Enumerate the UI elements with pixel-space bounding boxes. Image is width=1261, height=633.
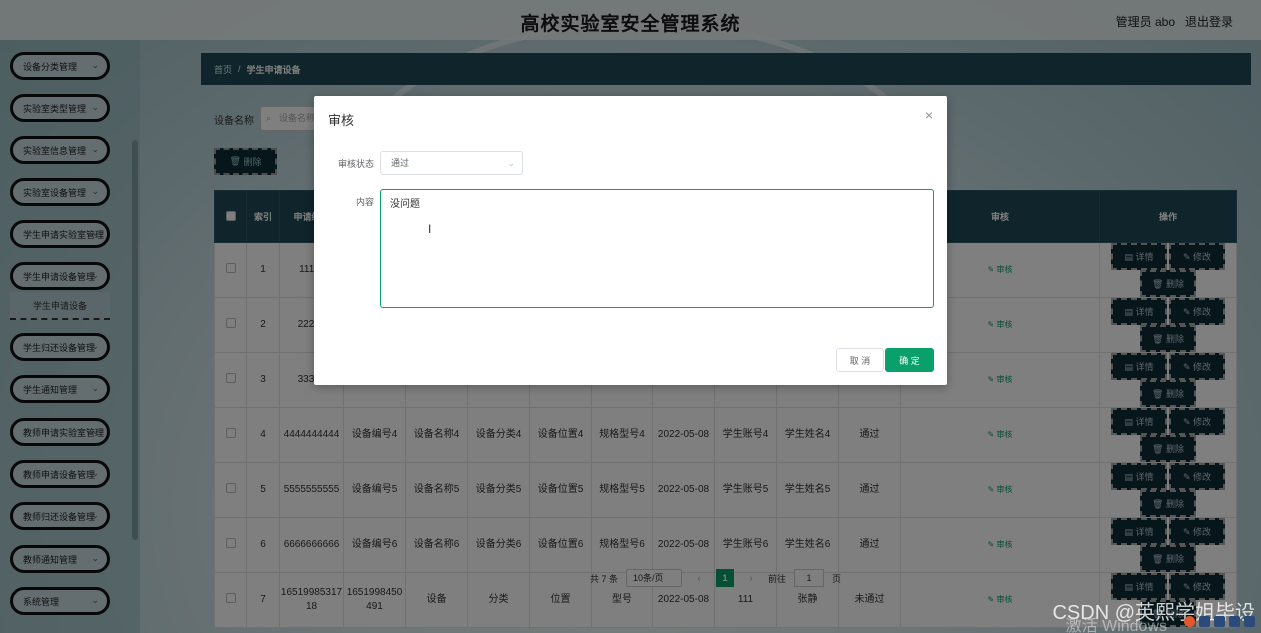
audit-status-value: 通过 — [391, 158, 410, 168]
audit-dialog: 审核 × 审核状态 通过 ⌄ 内容 I 取 消 确 定 — [314, 96, 947, 385]
confirm-button[interactable]: 确 定 — [885, 348, 934, 372]
tray-icon[interactable] — [1199, 616, 1210, 627]
sogou-icon[interactable] — [1184, 616, 1195, 627]
text-cursor-icon: I — [428, 222, 432, 236]
tray-icon[interactable] — [1214, 616, 1225, 627]
cancel-button[interactable]: 取 消 — [836, 348, 884, 372]
dialog-title: 审核 — [328, 113, 355, 128]
audit-status-label: 审核状态 — [337, 159, 374, 169]
content-textarea[interactable] — [380, 189, 934, 308]
system-tray — [1184, 616, 1255, 630]
content-label: 内容 — [355, 197, 374, 207]
close-icon[interactable]: × — [925, 107, 933, 123]
chevron-down-icon: ⌄ — [507, 158, 515, 168]
audit-status-select[interactable]: 通过 ⌄ — [380, 151, 523, 175]
tray-icon[interactable] — [1244, 616, 1255, 627]
tray-icon[interactable] — [1229, 616, 1240, 627]
